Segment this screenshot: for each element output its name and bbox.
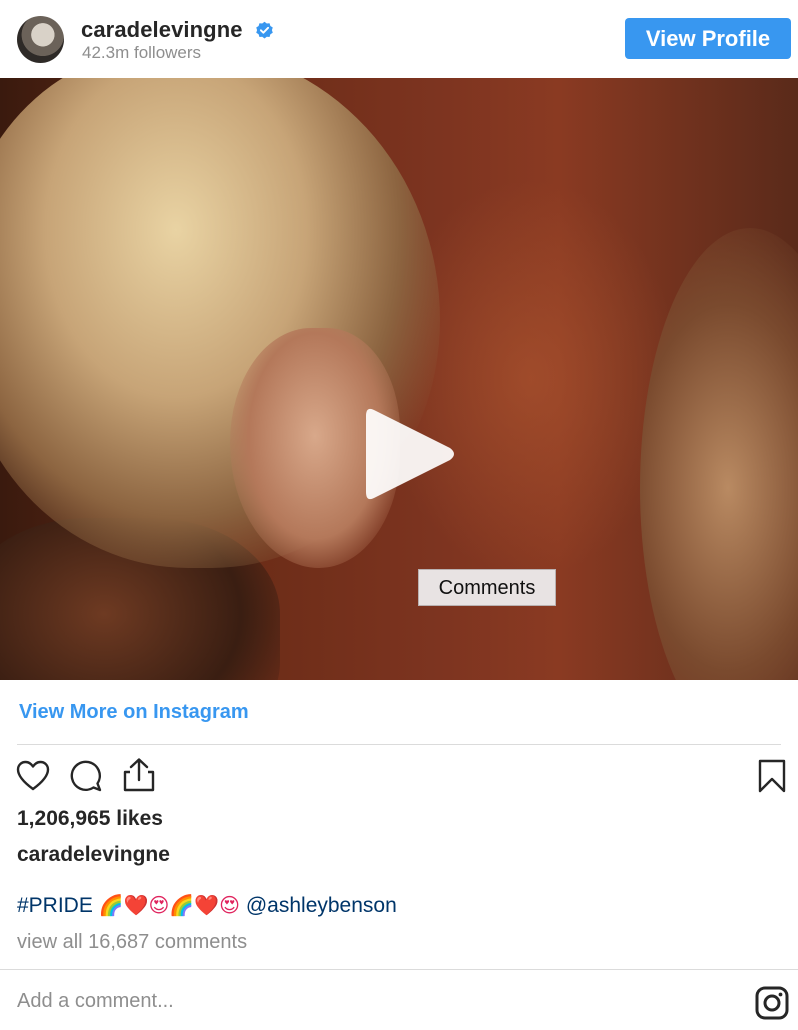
post-header: caradelevingne 42.3m followers View Prof… bbox=[0, 0, 798, 78]
add-comment-input[interactable]: Add a comment... bbox=[17, 990, 174, 1013]
like-count[interactable]: 1,206,965 likes bbox=[17, 807, 163, 831]
caption-hashtag[interactable]: #PRIDE bbox=[17, 894, 93, 917]
play-icon[interactable] bbox=[362, 404, 458, 504]
divider bbox=[0, 969, 798, 970]
view-profile-button[interactable]: View Profile bbox=[625, 18, 791, 59]
follower-count: 42.3m followers bbox=[82, 43, 202, 62]
instagram-logo-icon[interactable] bbox=[754, 985, 790, 1021]
verified-badge-icon bbox=[256, 21, 273, 39]
caption: #PRIDE 🌈❤️😍🌈❤️😍 @ashleybenson bbox=[17, 893, 397, 918]
video-player[interactable]: Comments bbox=[0, 78, 798, 680]
header-username[interactable]: caradelevingne bbox=[81, 17, 243, 43]
comments-tooltip: Comments bbox=[418, 569, 556, 606]
caption-emojis: 🌈❤️😍🌈❤️😍 bbox=[98, 893, 241, 917]
caption-username[interactable]: caradelevingne bbox=[17, 843, 170, 867]
view-more-link[interactable]: View More on Instagram bbox=[19, 701, 249, 724]
caption-mention[interactable]: @ashleybenson bbox=[246, 894, 397, 917]
heart-icon[interactable] bbox=[16, 760, 50, 792]
avatar[interactable] bbox=[17, 16, 64, 63]
comment-icon[interactable] bbox=[69, 759, 103, 793]
share-icon[interactable] bbox=[121, 757, 157, 793]
view-all-comments-link[interactable]: view all 16,687 comments bbox=[17, 931, 247, 954]
divider bbox=[17, 744, 781, 745]
bookmark-icon[interactable] bbox=[757, 759, 787, 793]
